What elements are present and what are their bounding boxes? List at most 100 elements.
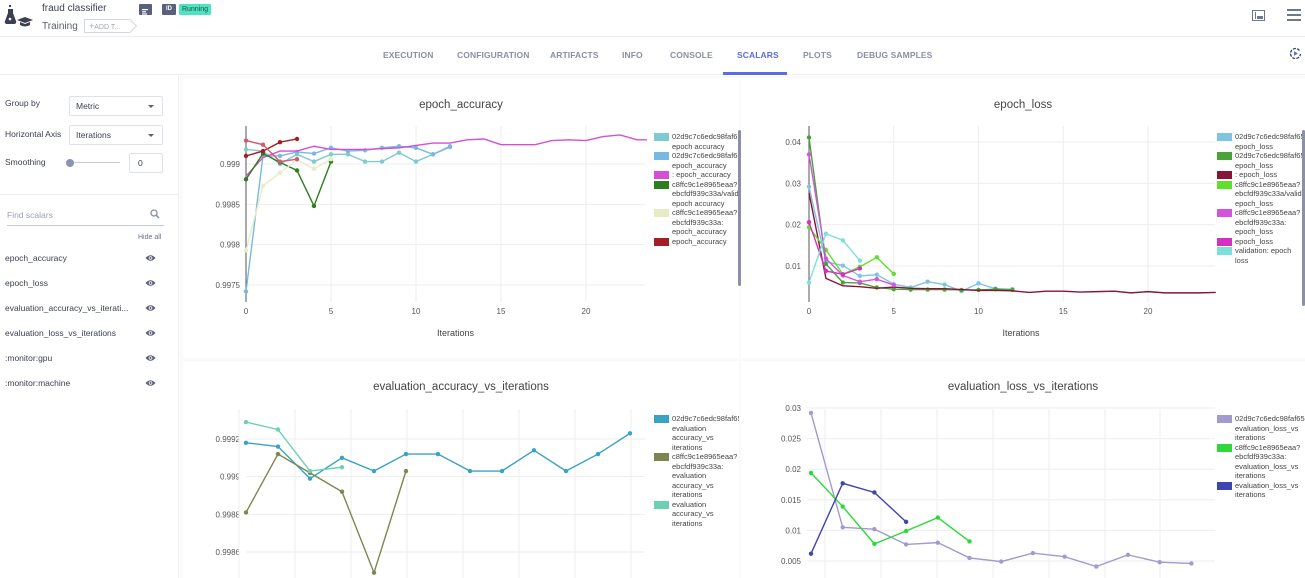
- tab-info[interactable]: INFO: [622, 50, 643, 60]
- hide-all-button[interactable]: Hide all: [138, 234, 161, 241]
- data-point: [275, 444, 281, 449]
- data-point: [857, 273, 863, 279]
- tab-debug-samples[interactable]: DEBUG SAMPLES: [857, 50, 932, 60]
- auto-refresh-icon[interactable]: [1289, 47, 1302, 60]
- series-line: [810, 472, 970, 545]
- tab-configuration[interactable]: CONFIGURATION: [457, 50, 529, 60]
- legend-swatch: [1217, 481, 1232, 490]
- x-tick-label: 10: [974, 307, 983, 316]
- legend-label: 02d9c7c6edc98faf65abe1b77f9f6/validation…: [672, 132, 742, 151]
- legend-item[interactable]: evaluation accuracy_vs iterations: [654, 500, 739, 529]
- tab-execution[interactable]: EXECUTION: [383, 50, 434, 60]
- legend-item[interactable]: 02d9c7c6edc98faf65abe1b77f9f6: epoch_los…: [1217, 151, 1305, 170]
- sidebar-divider: [0, 194, 179, 195]
- data-point: [823, 231, 829, 236]
- metric-item[interactable]: epoch_loss: [5, 278, 175, 292]
- layout-toggle-icon[interactable]: [1252, 10, 1265, 22]
- tab-plots[interactable]: PLOTS: [803, 50, 832, 60]
- eye-icon[interactable]: [145, 304, 156, 312]
- data-point: [243, 289, 249, 294]
- smoothing-slider-track[interactable]: [70, 162, 120, 163]
- legend-label: : epoch_accuracy: [672, 170, 731, 179]
- data-point: [806, 135, 812, 140]
- legend-item[interactable]: epoch_loss: [1217, 237, 1305, 247]
- x-tick-label: 10: [412, 307, 421, 316]
- legend-item[interactable]: 02d9c7c6edc98faf65abe1b77f9f6/validation…: [654, 132, 742, 151]
- task-id-button[interactable]: ID: [162, 4, 176, 15]
- data-point: [311, 203, 317, 209]
- legend-swatch: [1217, 152, 1232, 160]
- legend-item[interactable]: c8ffc9c1e8965eaa?ebcfdf939c33a: evaluati…: [1217, 443, 1305, 481]
- eye-icon[interactable]: [145, 379, 156, 387]
- find-scalars-input[interactable]: Find scalars: [7, 206, 164, 226]
- data-point: [874, 277, 879, 282]
- legend-item[interactable]: c8ffc9c1e8965eaa?ebcfdf939c33a: evaluati…: [654, 452, 739, 500]
- legend-label: validation: epoch loss: [1235, 246, 1292, 265]
- chart-panel-evaluation-accuracy: evaluation_accuracy_vs_iterations 0.9986…: [183, 361, 739, 578]
- horizontal-axis-value: Iterations: [76, 130, 111, 140]
- data-point: [467, 468, 473, 474]
- eye-icon[interactable]: [145, 254, 156, 262]
- y-tick-label: 0.9975: [216, 281, 241, 290]
- y-tick-label: 0.01: [785, 526, 801, 535]
- metric-item[interactable]: :monitor:gpu: [5, 353, 175, 367]
- legend-item[interactable]: c8ffc9c1e8965eaa?ebcfdf939c33a: epoch_lo…: [1217, 208, 1305, 237]
- data-point: [277, 159, 283, 164]
- chart-panel-evaluation-loss: evaluation_loss_vs_iterations 0.005 0.01 0…: [741, 361, 1305, 578]
- metric-item[interactable]: evaluation_loss_vs_iterations: [5, 328, 175, 342]
- task-info-icon[interactable]: [139, 4, 152, 15]
- legend-item[interactable]: 02d9c7c6edc98faf65abe1b77f9f6: epoch_acc…: [654, 151, 742, 170]
- legend-swatch: [1217, 133, 1232, 141]
- legend-item[interactable]: c8ffc9c1e8965eaa?ebcfdf939c33a/validatio…: [654, 180, 742, 209]
- legend-item[interactable]: evaluation_loss_vs iterations: [1217, 481, 1305, 500]
- group-by-select[interactable]: Metric: [69, 96, 163, 116]
- data-point: [874, 255, 879, 260]
- legend-item[interactable]: 02d9c7c6edc98faf65abe1b77f9f6: evaluatio…: [1217, 414, 1305, 443]
- legend-item[interactable]: epoch_accuracy: [654, 237, 742, 247]
- eye-icon[interactable]: [145, 354, 156, 362]
- metric-item[interactable]: epoch_accuracy: [5, 253, 175, 267]
- chart-legend[interactable]: 02d9c7c6edc98faf65abe1b77f9f6: evaluatio…: [1217, 414, 1305, 578]
- eye-icon[interactable]: [145, 329, 156, 337]
- metric-item[interactable]: :monitor:machine: [5, 378, 175, 392]
- data-point: [307, 476, 313, 481]
- y-tick-label: 0.02: [785, 221, 801, 230]
- data-point: [806, 184, 812, 189]
- data-point: [260, 148, 266, 154]
- data-point: [999, 559, 1004, 564]
- eye-icon[interactable]: [145, 279, 156, 287]
- metric-label: epoch_loss: [5, 278, 49, 288]
- data-point: [531, 448, 537, 453]
- x-tick-label: 0: [244, 307, 249, 316]
- x-tick-label: 5: [329, 307, 334, 316]
- smoothing-input[interactable]: 0: [129, 153, 163, 173]
- chart-legend[interactable]: 02d9c7c6edc98faf65abe1b77f9f6: evaluatio…: [654, 414, 739, 578]
- data-point: [339, 465, 345, 470]
- data-point: [903, 528, 909, 534]
- legend-item[interactable]: 02d9c7c6edc98faf65abe1b77f9f6: evaluatio…: [654, 414, 739, 452]
- task-name[interactable]: fraud classifier: [42, 3, 106, 14]
- horizontal-axis-select[interactable]: Iterations: [69, 125, 163, 145]
- legend-item[interactable]: : epoch_accuracy: [654, 170, 742, 180]
- tab-console[interactable]: CONSOLE: [670, 50, 713, 60]
- smoothing-label: Smoothing: [5, 157, 46, 167]
- legend-item[interactable]: : epoch_loss: [1217, 170, 1305, 180]
- legend-item[interactable]: 02d9c7c6edc98faf65abe1b77f9f6/validation…: [1217, 132, 1305, 151]
- legend-item[interactable]: validation: epoch loss: [1217, 246, 1305, 265]
- y-tick-label: 0.03: [785, 179, 801, 188]
- tab-scalars[interactable]: SCALARS: [737, 50, 779, 60]
- smoothing-slider-handle[interactable]: [66, 159, 74, 167]
- menu-icon[interactable]: [1287, 9, 1301, 21]
- legend-item[interactable]: c8ffc9c1e8965eaa?ebcfdf939c33a/validatio…: [1217, 180, 1305, 209]
- data-point: [260, 183, 266, 188]
- metric-item[interactable]: evaluation_accuracy_vs_iterati...: [5, 303, 175, 317]
- y-tick-label: 0.9988: [216, 510, 241, 519]
- tab-artifacts[interactable]: ARTIFACTS: [550, 50, 599, 60]
- y-tick-label: 0.02: [785, 465, 801, 474]
- legend-item[interactable]: c8ffc9c1e8965eaa?ebcfdf939c33a: epoch_ac…: [654, 208, 742, 237]
- chart-legend[interactable]: 02d9c7c6edc98faf65abe1b77f9f6/validation…: [654, 132, 742, 304]
- add-tag-button[interactable]: +ADD T...: [84, 19, 131, 33]
- chart-legend[interactable]: 02d9c7c6edc98faf65abe1b77f9f6/validation…: [1217, 132, 1305, 304]
- legend-swatch: [1217, 415, 1232, 423]
- data-point: [857, 258, 863, 263]
